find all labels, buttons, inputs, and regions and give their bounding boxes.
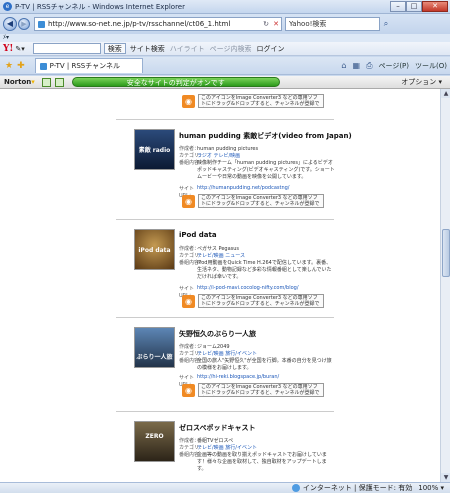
rss-note: このアイコンをImage Converter3 などの専用ソフトにドラッグ&ドロ… <box>198 194 324 208</box>
feed-meta: 作成者： 番組TVゼロスペ カテゴリ： テレビ/映画 旅行/イベント 番組内容： 企画… <box>179 438 327 472</box>
rss-row: ◉ このアイコンをImage Converter3 などの専用ソフトにドラッグ&… <box>182 294 324 308</box>
pen-icon[interactable]: ✎▾ <box>15 45 24 53</box>
feeds-icon[interactable]: ▦ <box>353 61 361 70</box>
menu-row: ﾒ▾ <box>0 34 450 42</box>
scroll-down-icon[interactable]: ▼ <box>441 473 450 482</box>
back-button[interactable]: ◀ <box>3 17 17 31</box>
rss-icon[interactable]: ◉ <box>182 94 195 108</box>
yahoo-toolbar: Y! ✎▾ 検索 サイト検索 ハイライト ページ内検索 ログイン <box>0 42 450 56</box>
rss-row: ◉ このアイコンをImage Converter3 などの専用ソフトにドラッグ&… <box>182 383 324 397</box>
security-zone[interactable]: インターネット | 保護モード: 有効 <box>291 483 413 493</box>
maximize-button[interactable]: □ <box>406 0 422 12</box>
yahoo-search-button[interactable]: 検索 <box>103 43 126 54</box>
feed-meta: 作成者： ジョーム2049 カテゴリ： テレビ/映画 旅行/イベント 番組内容： 全国… <box>179 344 332 371</box>
search-icon[interactable]: ⌕ <box>380 17 392 31</box>
norton-options[interactable]: オプション ▾ <box>401 77 442 87</box>
feed-thumbnail[interactable]: ぶらり一人旅 <box>134 327 175 368</box>
minimize-button[interactable]: – <box>390 0 406 12</box>
feed-thumbnail[interactable]: 素敵 radio <box>134 129 175 170</box>
tab-row: ★ ✚ P-TV | RSSチャンネル ⌂ ▦ ⎙ ページ(P) ツール(O) <box>0 57 450 75</box>
rss-icon[interactable]: ◉ <box>182 194 195 208</box>
favorites-star-icon[interactable]: ★ <box>5 61 13 71</box>
feed-meta: 作成者： human pudding pictures カテゴリ： ラジオ テレビ/… <box>179 146 335 180</box>
address-bar[interactable]: http://www.so-net.ne.jp/p-tv/rsschannel/… <box>34 17 282 31</box>
feed-title[interactable]: iPod data <box>179 231 217 239</box>
yahoo-search-field[interactable] <box>32 43 101 54</box>
feed-title[interactable]: ゼロスペポッドキャスト <box>179 423 256 433</box>
feed-title[interactable]: human pudding 素敵ビデオ(video from Japan) <box>179 131 352 141</box>
tab-label: P-TV | RSSチャンネル <box>49 62 120 70</box>
page-search-button[interactable]: ページ内検索 <box>210 44 252 54</box>
feed-thumbnail[interactable]: iPod data <box>134 229 175 270</box>
feed-meta: 作成者： ペガサス Pegasus カテゴリ： テレビ/映画 ニュース 番組内容： i… <box>179 246 332 280</box>
rss-icon[interactable]: ◉ <box>182 383 195 397</box>
highlight-button[interactable]: ハイライト <box>170 44 205 54</box>
menu-dropdown[interactable]: ﾒ▾ <box>3 34 9 41</box>
safe-search-status[interactable]: 安全なサイトの判定がオンです <box>71 77 280 87</box>
feed-title[interactable]: 矢野恒久のぶらり一人旅 <box>179 329 256 339</box>
tab-favicon-icon <box>39 62 47 70</box>
home-icon[interactable]: ⌂ <box>341 61 346 70</box>
rss-icon[interactable]: ◉ <box>182 294 195 308</box>
feed-thumbnail[interactable]: ZERO <box>134 421 175 462</box>
status-bar: インターネット | 保護モード: 有効 100% ▾ <box>0 482 450 493</box>
add-favorites-icon[interactable]: ✚ <box>17 61 25 71</box>
title-bar: e P-TV | RSSチャンネル - Windows Internet Exp… <box>0 0 450 14</box>
scroll-thumb[interactable] <box>442 229 450 277</box>
scroll-up-icon[interactable]: ▲ <box>441 89 450 98</box>
login-button[interactable]: ログイン <box>257 44 285 54</box>
vertical-scrollbar[interactable]: ▲ ▼ <box>440 89 450 482</box>
zone-text: インターネット | 保護モード: 有効 <box>302 484 413 492</box>
tools-menu[interactable]: ツール(O) <box>415 61 447 71</box>
rss-note: このアイコンをImage Converter3 などの専用ソフトにドラッグ&ドロ… <box>198 94 324 108</box>
norton-logo[interactable]: Norton▾ <box>4 78 35 86</box>
page-favicon-icon <box>38 20 45 28</box>
page-content: ◉ このアイコンをImage Converter3 などの専用ソフトにドラッグ&… <box>0 89 440 482</box>
forward-button[interactable]: ▶ <box>18 18 30 30</box>
rss-note: このアイコンをImage Converter3 などの専用ソフトにドラッグ&ドロ… <box>198 383 324 397</box>
refresh-icon[interactable]: ↻ <box>261 20 271 28</box>
close-button[interactable]: ✕ <box>422 0 448 12</box>
tab-current[interactable]: P-TV | RSSチャンネル <box>34 58 143 73</box>
ie-icon: e <box>3 2 12 11</box>
zoom-level[interactable]: 100% ▾ <box>418 484 444 492</box>
search-input[interactable]: Yahoo!検索 <box>285 17 380 31</box>
rss-note: このアイコンをImage Converter3 などの専用ソフトにドラッグ&ドロ… <box>198 294 324 308</box>
site-search-button[interactable]: サイト検索 <box>130 44 165 54</box>
norton-identity-icon[interactable] <box>54 77 64 87</box>
print-icon[interactable]: ⎙ <box>366 61 372 71</box>
rss-row: ◉ このアイコンをImage Converter3 などの専用ソフトにドラッグ&… <box>182 194 324 208</box>
window-title: P-TV | RSSチャンネル - Windows Internet Explo… <box>15 2 185 11</box>
norton-safe-icon[interactable] <box>41 77 51 87</box>
address-row: ◀ ▶ http://www.so-net.ne.jp/p-tv/rsschan… <box>0 14 450 34</box>
address-url[interactable]: http://www.so-net.ne.jp/p-tv/rsschannel/… <box>48 20 261 28</box>
globe-icon <box>291 484 300 492</box>
norton-toolbar: Norton▾ 安全なサイトの判定がオンです オプション ▾ <box>0 76 450 89</box>
rss-row-top: ◉ このアイコンをImage Converter3 などの専用ソフトにドラッグ&… <box>182 94 324 108</box>
yahoo-logo[interactable]: Y! <box>3 44 13 54</box>
stop-icon[interactable]: ✕ <box>271 20 281 28</box>
page-menu[interactable]: ページ(P) <box>378 61 409 71</box>
